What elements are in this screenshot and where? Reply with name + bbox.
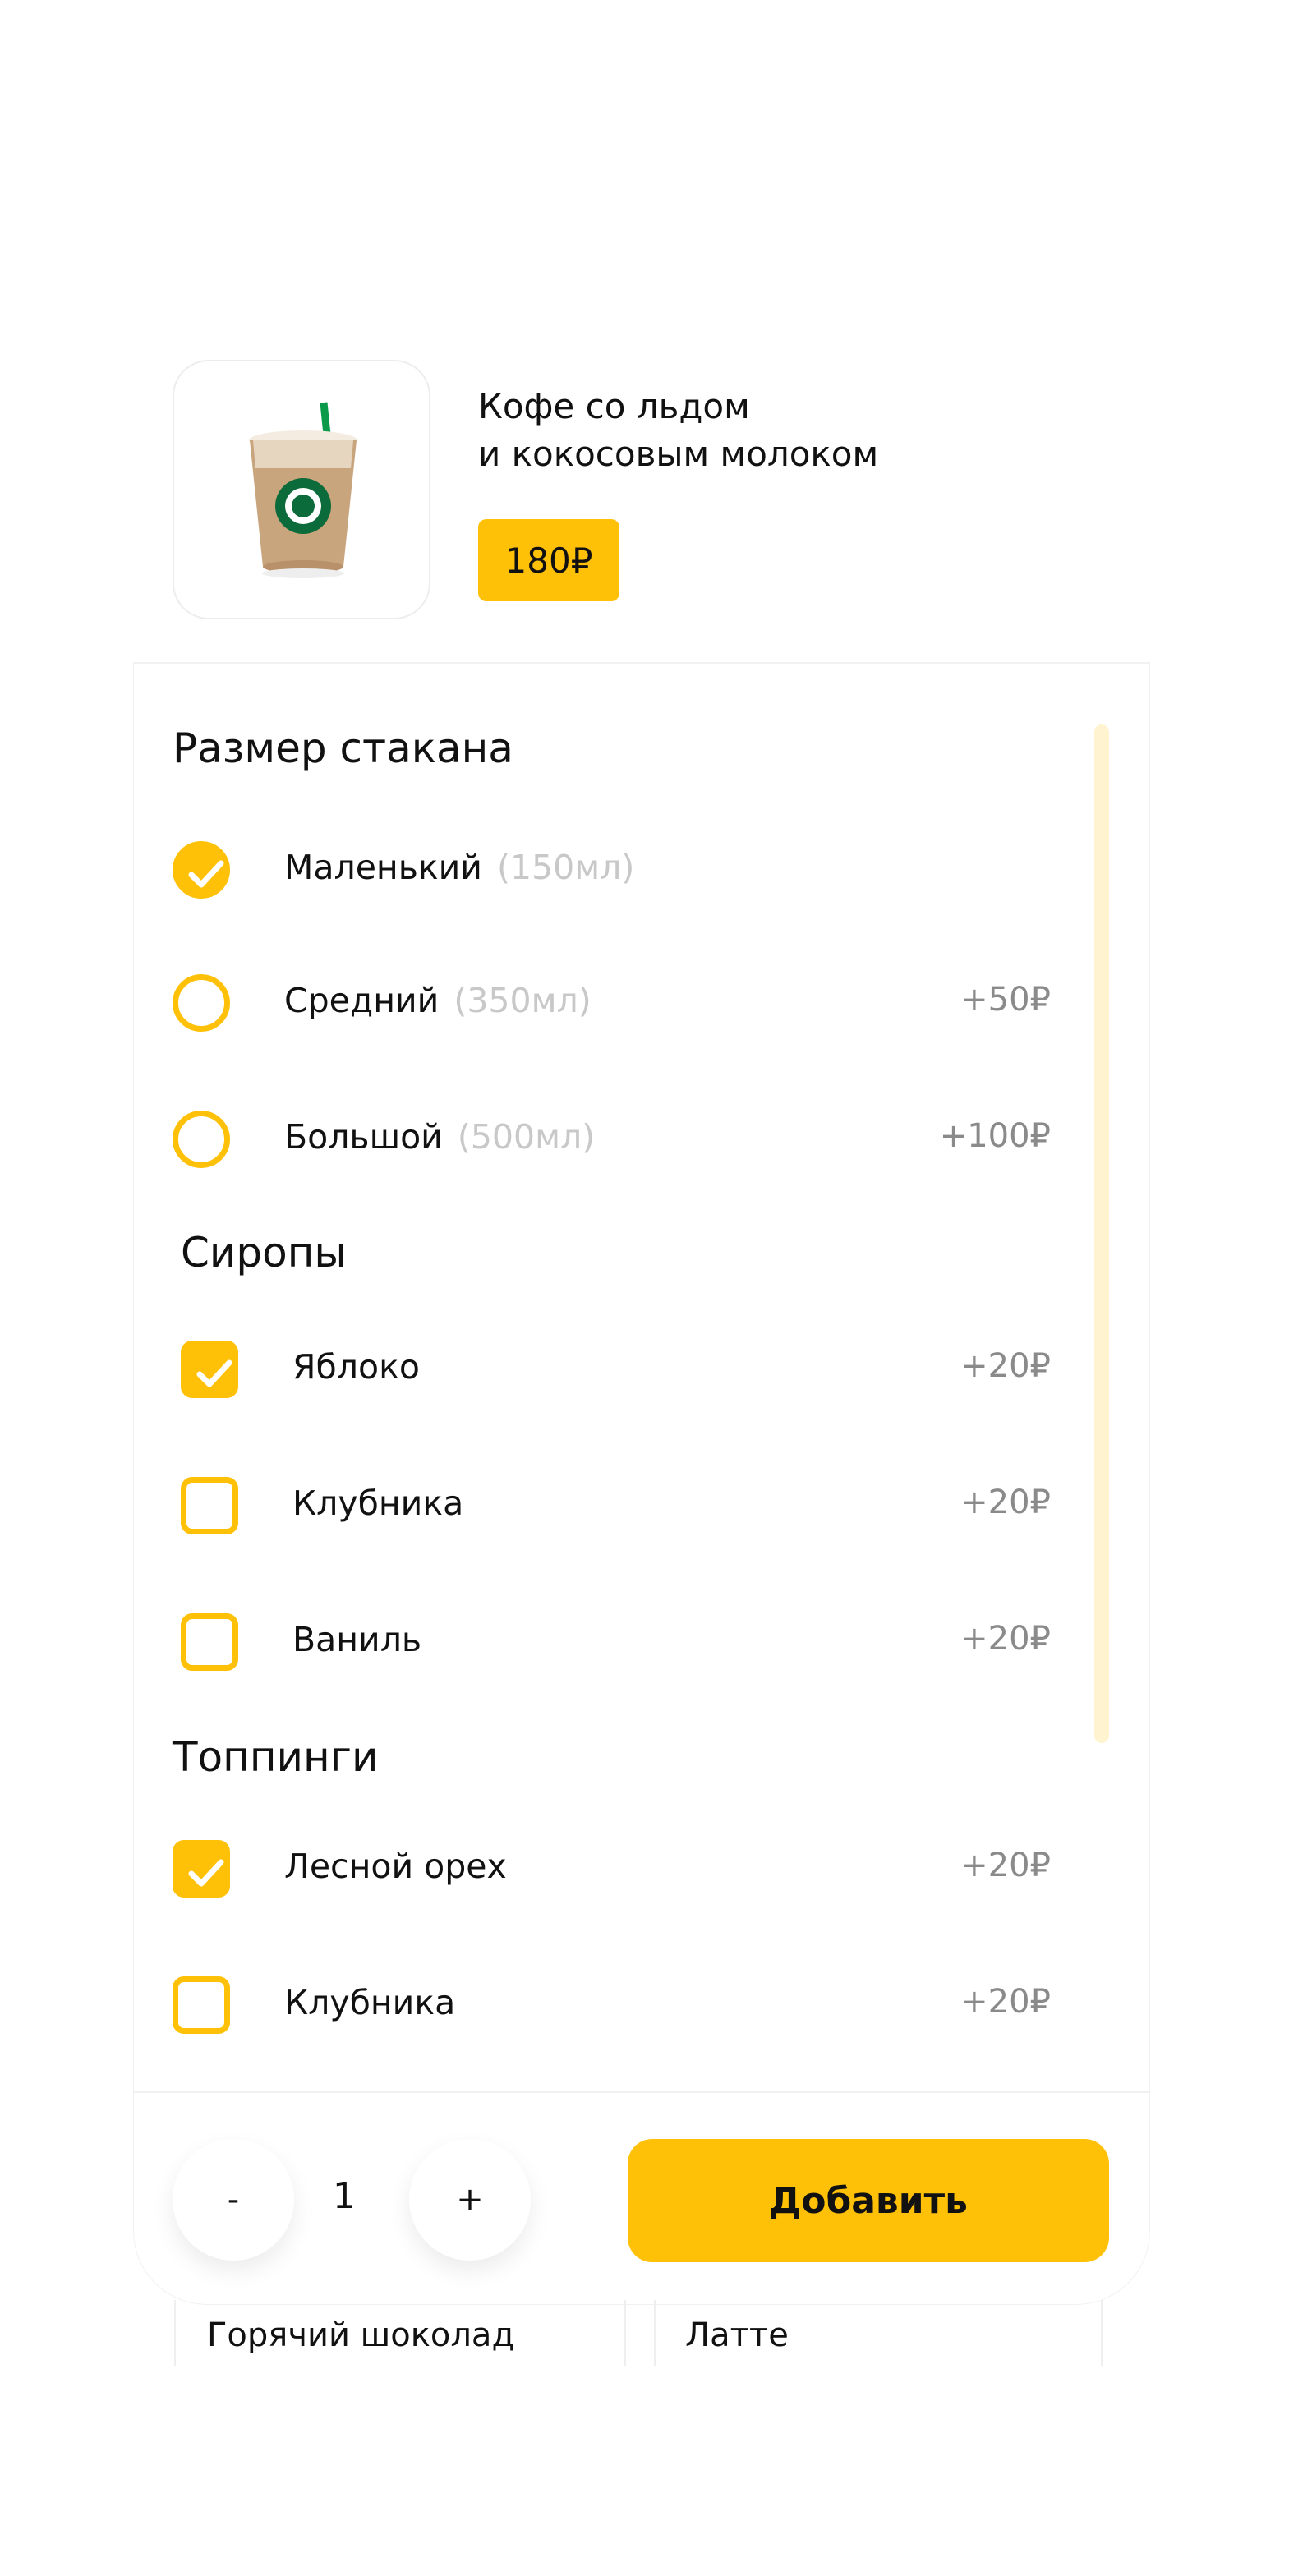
section-title-toppings: Топпинги <box>173 1733 379 1781</box>
decrease-button[interactable]: - <box>173 2139 294 2261</box>
section-title-syrups: Сиропы <box>181 1229 347 1276</box>
size-option-label: Маленький (150мл) <box>284 848 634 887</box>
checkmark-icon <box>188 860 224 888</box>
price-badge: 180₽ <box>478 519 619 601</box>
product-title: Кофе со льдом и кокосовым молоком <box>478 383 1053 478</box>
scrollbar[interactable] <box>1094 724 1109 1743</box>
size-option-label: Большой (500мл) <box>284 1117 595 1157</box>
checkbox-checked[interactable] <box>173 1840 230 1898</box>
product-card[interactable]: Горячий шоколад <box>174 2300 626 2366</box>
checkmark-icon <box>188 1859 224 1887</box>
size-option-name: Маленький <box>284 848 482 887</box>
topping-option-price: +20₽ <box>960 1983 1051 2021</box>
add-to-cart-button[interactable]: Добавить <box>628 2139 1109 2262</box>
increase-button[interactable]: + <box>409 2139 531 2261</box>
syrup-option-price: +20₽ <box>960 1347 1051 1385</box>
syrup-option-price: +20₽ <box>960 1620 1051 1658</box>
size-option-price: +100₽ <box>939 1117 1051 1155</box>
topping-option-label: Клубника <box>284 1983 456 2022</box>
product-title-line-1: Кофе со льдом <box>478 386 750 426</box>
size-option-volume: (500мл) <box>457 1117 596 1157</box>
syrup-option-label: Клубника <box>292 1484 464 1523</box>
product-title-line-2: и кокосовым молоком <box>478 434 879 474</box>
size-option-name: Большой <box>284 1117 443 1157</box>
footer-divider <box>133 2091 1150 2093</box>
size-option-volume: (350мл) <box>453 981 592 1020</box>
iced-coffee-cup-icon <box>249 402 357 578</box>
checkbox[interactable] <box>181 1477 238 1534</box>
checkbox-checked[interactable] <box>181 1341 238 1398</box>
radio-button-checked[interactable] <box>173 841 230 899</box>
checkbox[interactable] <box>173 1976 230 2034</box>
topping-option-price: +20₽ <box>960 1847 1051 1884</box>
size-option-label: Средний (350мл) <box>284 981 592 1020</box>
checkmark-icon <box>196 1359 232 1387</box>
product-card-title: Горячий шоколад <box>207 2316 515 2354</box>
product-image <box>173 360 430 619</box>
syrup-option-label: Ваниль <box>292 1620 422 1659</box>
radio-button[interactable] <box>173 1111 230 1168</box>
product-card[interactable]: Латте <box>654 2300 1103 2366</box>
section-title-size: Размер стакана <box>173 724 513 772</box>
quantity-value: 1 <box>333 2175 356 2217</box>
radio-button[interactable] <box>173 974 230 1032</box>
size-option-price: +50₽ <box>960 981 1051 1019</box>
syrup-option-price: +20₽ <box>960 1484 1051 1521</box>
checkbox[interactable] <box>181 1613 238 1671</box>
syrup-option-label: Яблоко <box>292 1347 420 1387</box>
topping-option-label: Лесной орех <box>284 1847 507 1886</box>
product-card-title: Латте <box>685 2316 789 2354</box>
size-option-name: Средний <box>284 981 440 1020</box>
size-option-volume: (150мл) <box>496 848 635 887</box>
